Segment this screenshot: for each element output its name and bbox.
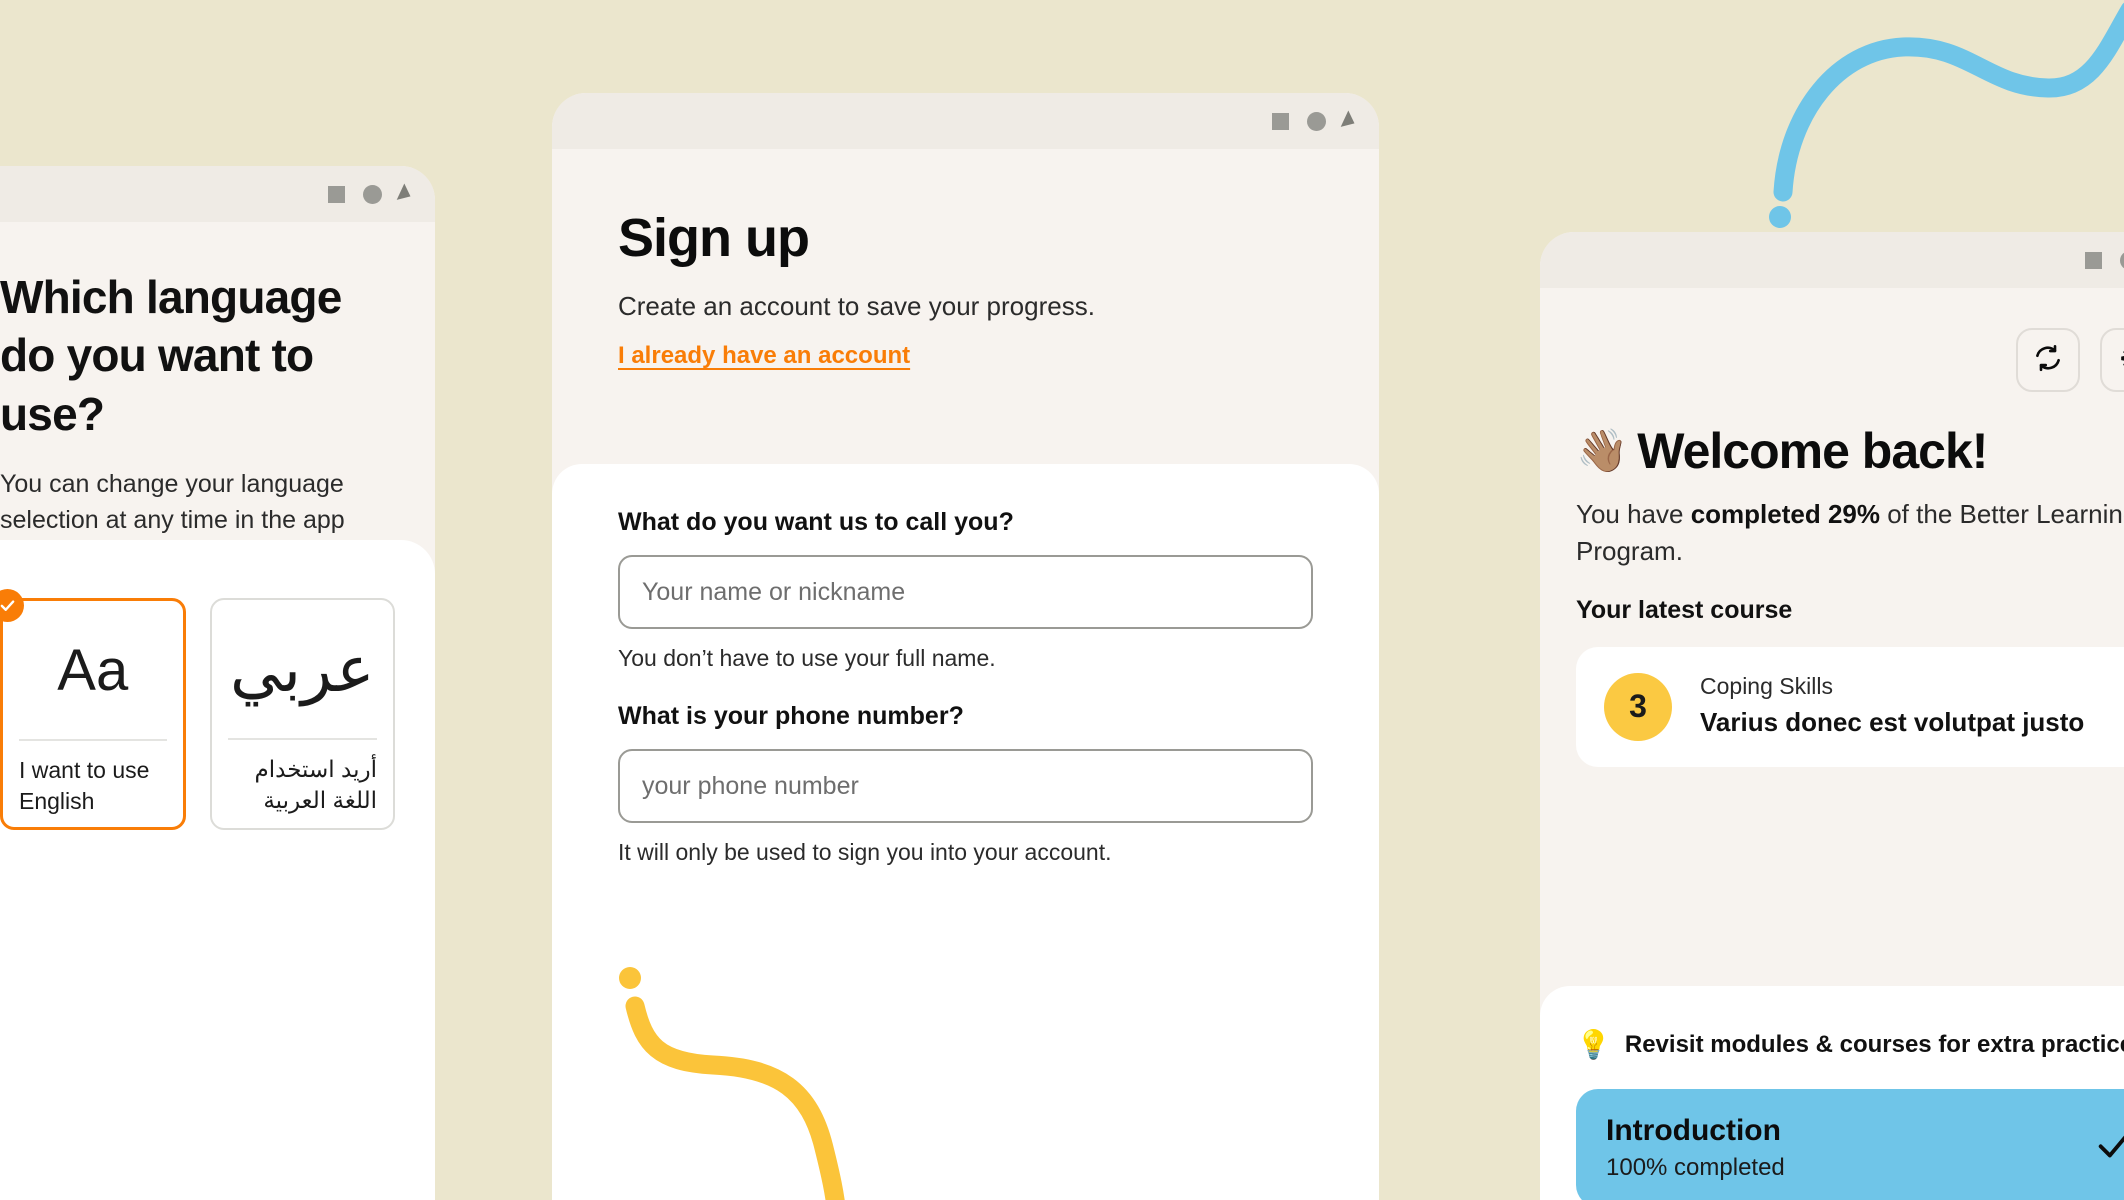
name-field-group: What do you want us to call you? You don… [618,508,1313,672]
revisit-section: 💡 Revisit modules & courses for extra pr… [1540,986,2124,1200]
revisit-heading-text: Revisit modules & courses for extra prac… [1624,1030,2124,1058]
language-label-english: I want to use English [19,757,150,815]
blue-squiggle-decoration [1769,2,2124,228]
refresh-icon [2033,343,2063,378]
module-progress: 100% completed [1606,1154,1785,1181]
module-name: Introduction [1606,1114,1781,1147]
page-title: 👋🏽 Welcome back! [1576,422,2124,480]
circle-icon[interactable] [2120,250,2124,270]
triangle-icon[interactable] [1340,110,1359,132]
name-input[interactable] [618,555,1313,629]
language-glyph-arabic: عربي [227,600,377,740]
module-text-block: Introduction 100% completed [1606,1114,1785,1182]
module-card-introduction[interactable]: Introduction 100% completed [1576,1089,2124,1200]
name-field-label: What do you want us to call you? [618,508,1014,536]
course-number-badge: 3 [1604,672,1672,741]
language-cards-section: Aa I want to use English عربي أريد استخد… [0,540,435,1200]
settings-button[interactable] [2100,328,2124,392]
name-field-hint: You don’t have to use your full name. [618,645,996,671]
square-icon[interactable] [1272,112,1289,130]
latest-course-card[interactable]: 3 Coping Skills Varius donec est volutpa… [1576,646,2124,767]
signup-subtitle: Create an account to save your progress. [618,291,1095,321]
phone-field-group: What is your phone number? It will only … [618,702,1313,866]
home-panel-body: 👋🏽 Welcome back! You have completed 29% … [1540,288,2124,1200]
home-window: 👋🏽 Welcome back! You have completed 29% … [1540,232,2124,1200]
signup-header: Sign up Create an account to save your p… [552,149,1379,370]
refresh-button[interactable] [2016,328,2080,392]
language-label-arabic: أريد استخدام اللغة العربية [254,756,377,814]
home-action-buttons [1576,328,2124,392]
circle-icon[interactable] [1307,111,1326,131]
signup-window: Sign up Create an account to save your p… [552,93,1379,1200]
progress-text-before: You have [1576,499,1691,529]
waving-hand-icon: 👋🏽 [1576,426,1628,474]
language-cards-list: Aa I want to use English عربي أريد استخد… [0,589,395,830]
revisit-heading: 💡 Revisit modules & courses for extra pr… [1576,1028,2124,1061]
existing-account-link[interactable]: I already have an account [618,342,910,370]
course-category: Coping Skills [1700,673,1833,700]
screenshot-stage: Which language do you want to use? You c… [0,0,2124,1200]
language-selection-window: Which language do you want to use? You c… [0,166,435,1200]
latest-course-heading: Your latest course [1576,595,1793,624]
course-text-block: Coping Skills Varius donec est volutpat … [1700,673,2084,740]
lightbulb-icon: 💡 [1576,1029,1611,1060]
language-header: Which language do you want to use? You c… [0,222,435,574]
language-card-english[interactable]: Aa I want to use English [0,589,186,830]
square-icon[interactable] [328,185,345,203]
language-card-arabic[interactable]: عربي أريد استخدام اللغة العربية [209,598,395,830]
progress-summary: You have completed 29% of the Better Lea… [1576,496,2124,570]
language-glyph-english: Aa [19,601,167,741]
signup-panel-body: Sign up Create an account to save your p… [552,149,1379,1200]
window-titlebar [1540,232,2124,288]
page-title: Which language do you want to use? [0,271,342,440]
circle-icon[interactable] [363,184,382,204]
course-title: Varius donec est volutpat justo [1700,707,2085,738]
check-icon [2094,1125,2124,1172]
home-content: 👋🏽 Welcome back! You have completed 29% … [1540,288,2124,1200]
phone-input[interactable] [618,749,1313,823]
signup-form-card: What do you want us to call you? You don… [552,464,1379,1200]
welcome-title-text: Welcome back! [1637,423,1988,479]
language-panel-body: Which language do you want to use? You c… [0,222,435,1200]
window-titlebar [0,166,435,222]
page-title: Sign up [618,208,810,268]
square-icon[interactable] [2085,251,2102,269]
progress-percent-text: completed 29% [1690,499,1880,529]
phone-field-hint: It will only be used to sign you into yo… [618,839,1112,865]
phone-field-label: What is your phone number? [618,702,964,730]
window-titlebar [552,93,1379,149]
gear-icon [2117,343,2124,378]
triangle-icon[interactable] [396,183,415,205]
